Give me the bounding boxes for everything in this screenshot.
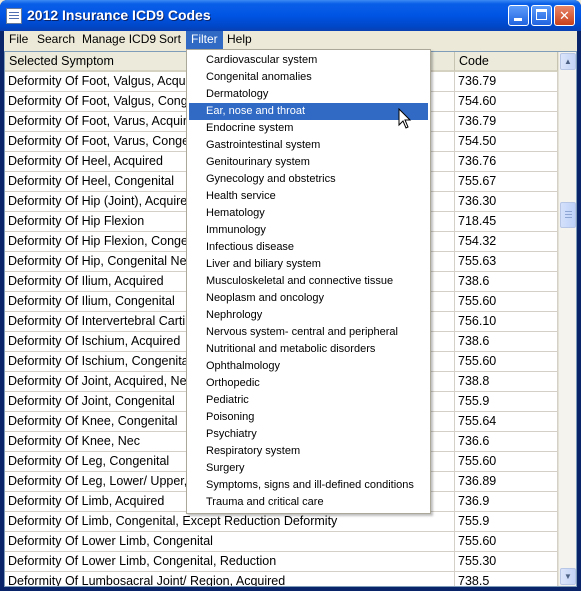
document-list-icon xyxy=(6,8,22,24)
table-row[interactable]: Deformity Of Lower Limb, Congenital 755.6… xyxy=(5,532,558,552)
filter-menu-item[interactable]: Orthopedic xyxy=(189,375,428,392)
scroll-down-arrow-icon: ▼ xyxy=(564,572,572,581)
filter-menu-item[interactable]: Ophthalmology xyxy=(189,358,428,375)
filter-menu-item[interactable]: Infectious disease xyxy=(189,239,428,256)
menu-sort[interactable]: Sort xyxy=(154,31,186,49)
code-cell: 754.50 xyxy=(455,132,558,152)
filter-menu-item[interactable]: Respiratory system xyxy=(189,443,428,460)
scroll-up-arrow-icon: ▲ xyxy=(564,57,572,66)
filter-menu-item[interactable]: Trauma and critical care xyxy=(189,494,428,511)
menu-help[interactable]: Help xyxy=(222,31,257,49)
code-cell: 736.79 xyxy=(455,112,558,132)
menu-bar: File Search Manage ICD9 Sort Filter Help xyxy=(4,31,577,49)
filter-menu-item[interactable]: Immunology xyxy=(189,222,428,239)
filter-menu-item[interactable]: Poisoning xyxy=(189,409,428,426)
scroll-down-button[interactable]: ▼ xyxy=(560,568,576,585)
filter-menu-item[interactable]: Dermatology xyxy=(189,86,428,103)
code-cell: 755.60 xyxy=(455,532,558,552)
thumb-grip-line xyxy=(565,211,572,212)
code-cell: 755.63 xyxy=(455,252,558,272)
code-cell: 718.45 xyxy=(455,212,558,232)
code-cell: 738.6 xyxy=(455,272,558,292)
table-row[interactable]: Deformity Of Limb, Congenital, Except Re… xyxy=(5,512,558,532)
code-cell: 756.10 xyxy=(455,312,558,332)
minimize-button[interactable] xyxy=(508,5,529,26)
column-header-code[interactable]: Code xyxy=(455,52,558,72)
thumb-grip-line xyxy=(565,217,572,218)
menu-filter[interactable]: Filter xyxy=(186,31,223,49)
code-cell: 736.30 xyxy=(455,192,558,212)
table-row[interactable]: Deformity Of Lumbosacral Joint/ Region, … xyxy=(5,572,558,586)
filter-menu-item[interactable]: Congenital anomalies xyxy=(189,69,428,86)
filter-menu-item[interactable]: Psychiatry xyxy=(189,426,428,443)
filter-menu-item[interactable]: Ear, nose and throat xyxy=(189,103,428,120)
symptom-cell: Deformity Of Lumbosacral Joint/ Region, … xyxy=(5,572,455,586)
filter-menu-item[interactable]: Nephrology xyxy=(189,307,428,324)
filter-menu-item[interactable]: Genitourinary system xyxy=(189,154,428,171)
mouse-pointer-icon xyxy=(398,108,412,129)
code-cell: 755.60 xyxy=(455,292,558,312)
scrollbar-thumb[interactable] xyxy=(560,202,576,228)
code-cell: 738.6 xyxy=(455,332,558,352)
filter-menu-item[interactable]: Gynecology and obstetrics xyxy=(189,171,428,188)
symptom-cell: Deformity Of Lower Limb, Congenital, Red… xyxy=(5,552,455,572)
filter-menu-item[interactable]: Pediatric xyxy=(189,392,428,409)
table-row[interactable]: Deformity Of Lower Limb, Congenital, Red… xyxy=(5,552,558,572)
minimize-icon xyxy=(514,18,522,21)
code-cell: 736.89 xyxy=(455,472,558,492)
filter-menu-item[interactable]: Gastrointestinal system xyxy=(189,137,428,154)
thumb-grip-line xyxy=(565,214,572,215)
code-cell: 738.5 xyxy=(455,572,558,586)
filter-menu-item[interactable]: Neoplasm and oncology xyxy=(189,290,428,307)
filter-menu-item[interactable]: Nervous system- central and peripheral xyxy=(189,324,428,341)
filter-menu-item[interactable]: Cardiovascular system xyxy=(189,52,428,69)
code-cell: 755.60 xyxy=(455,352,558,372)
symptom-cell: Deformity Of Lower Limb, Congenital xyxy=(5,532,455,552)
code-cell: 755.60 xyxy=(455,452,558,472)
code-cell: 755.64 xyxy=(455,412,558,432)
code-cell: 738.8 xyxy=(455,372,558,392)
filter-menu-item[interactable]: Surgery xyxy=(189,460,428,477)
close-button[interactable]: ✕ xyxy=(554,5,575,26)
window-title: 2012 Insurance ICD9 Codes xyxy=(27,7,211,23)
filter-menu-item[interactable]: Symptoms, signs and ill-defined conditio… xyxy=(189,477,428,494)
filter-menu-item[interactable]: Endocrine system xyxy=(189,120,428,137)
symptom-cell: Deformity Of Limb, Congenital, Except Re… xyxy=(5,512,455,532)
filter-menu-item[interactable]: Nutritional and metabolic disorders xyxy=(189,341,428,358)
code-cell: 755.30 xyxy=(455,552,558,572)
filter-menu-item[interactable]: Liver and biliary system xyxy=(189,256,428,273)
filter-menu-item[interactable]: Hematology xyxy=(189,205,428,222)
code-cell: 755.9 xyxy=(455,512,558,532)
vertical-scrollbar[interactable]: ▲ ▼ xyxy=(558,52,576,586)
code-cell: 736.79 xyxy=(455,72,558,92)
menu-manage-icd9[interactable]: Manage ICD9 xyxy=(77,31,161,49)
code-cell: 755.9 xyxy=(455,392,558,412)
menu-file[interactable]: File xyxy=(4,31,33,49)
code-cell: 736.76 xyxy=(455,152,558,172)
maximize-button[interactable] xyxy=(531,5,552,26)
menu-search[interactable]: Search xyxy=(32,31,80,49)
maximize-icon xyxy=(536,9,547,20)
filter-menu-item[interactable]: Health service xyxy=(189,188,428,205)
code-cell: 754.60 xyxy=(455,92,558,112)
code-cell: 754.32 xyxy=(455,232,558,252)
scroll-up-button[interactable]: ▲ xyxy=(560,53,576,70)
code-cell: 755.67 xyxy=(455,172,558,192)
code-cell: 736.9 xyxy=(455,492,558,512)
close-icon: ✕ xyxy=(559,8,570,23)
code-cell: 736.6 xyxy=(455,432,558,452)
filter-dropdown-menu: Cardiovascular system Congenital anomalie… xyxy=(186,49,431,514)
filter-menu-item[interactable]: Musculoskeletal and connective tissue xyxy=(189,273,428,290)
title-bar[interactable]: 2012 Insurance ICD9 Codes ✕ xyxy=(0,0,581,31)
